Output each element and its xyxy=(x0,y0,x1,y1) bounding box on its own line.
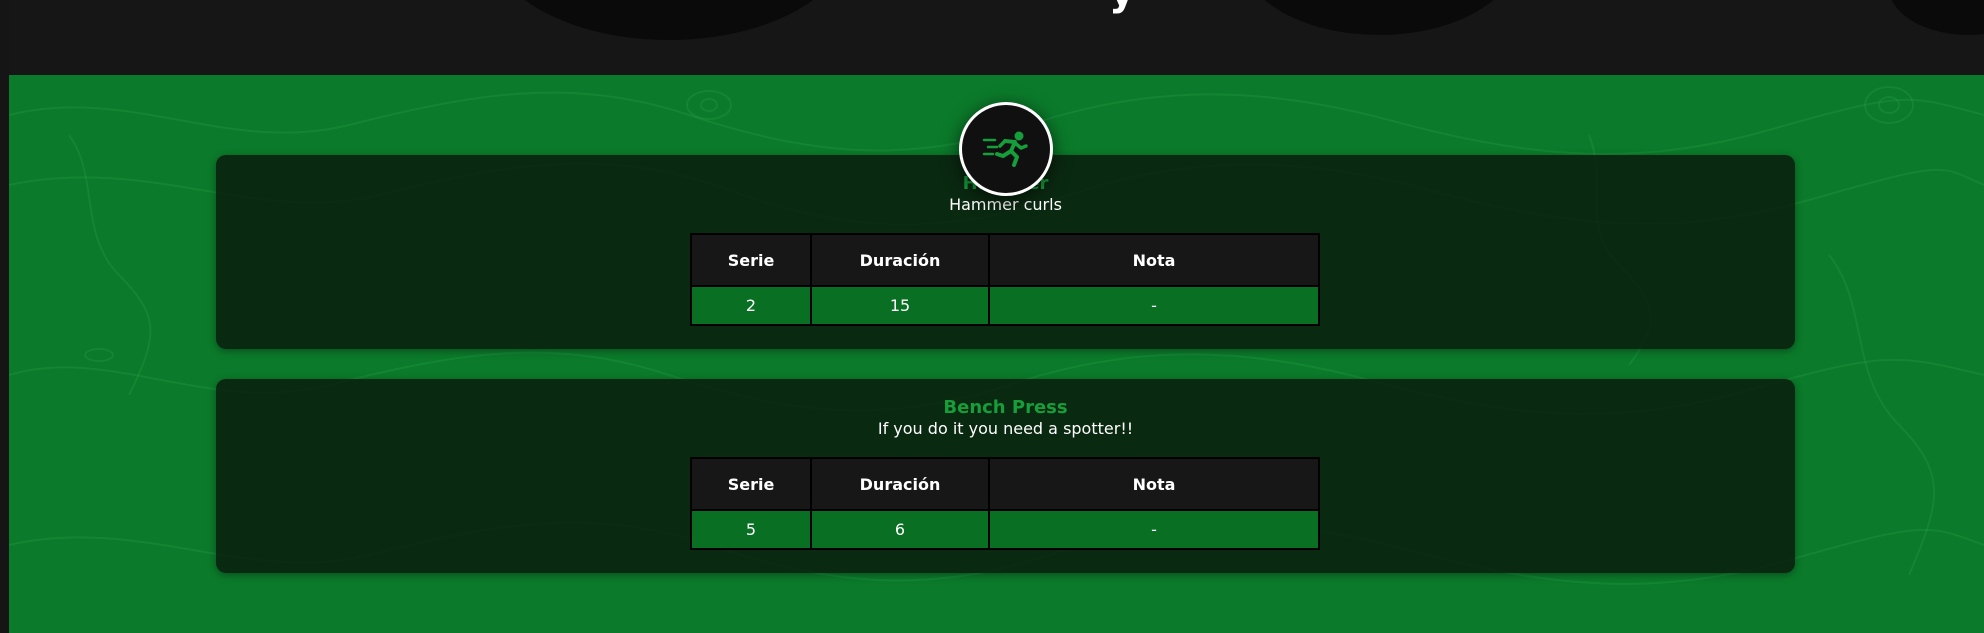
exercise-description: If you do it you need a spotter!! xyxy=(877,419,1134,438)
cell-duracion: 15 xyxy=(812,287,988,324)
table-header-row: Serie Duración Nota xyxy=(692,235,1318,285)
hero-decoration xyxy=(1889,0,1984,35)
table-row: 5 6 - xyxy=(692,511,1318,548)
cell-nota: - xyxy=(990,511,1318,548)
cell-duracion: 6 xyxy=(812,511,988,548)
exercise-table: Serie Duración Nota 2 15 - xyxy=(690,233,1320,326)
table-header-row: Serie Duración Nota xyxy=(692,459,1318,509)
exercise-description: Hammer curls xyxy=(949,195,1062,214)
hero-decoration xyxy=(1239,0,1519,35)
exercise-card: Bench Press If you do it you need a spot… xyxy=(216,379,1795,573)
column-header-serie: Serie xyxy=(692,235,810,285)
hero-decoration xyxy=(489,0,849,40)
column-header-serie: Serie xyxy=(692,459,810,509)
column-header-nota: Nota xyxy=(990,459,1318,509)
column-header-nota: Nota xyxy=(990,235,1318,285)
running-person-icon xyxy=(982,131,1028,167)
cell-serie: 2 xyxy=(692,287,810,324)
exercise-section: Hammer Hammer curls Serie Duración Nota … xyxy=(9,75,1984,633)
left-edge-strip xyxy=(0,0,9,633)
cell-serie: 5 xyxy=(692,511,810,548)
cell-nota: - xyxy=(990,287,1318,324)
exercise-table: Serie Duración Nota 5 6 - xyxy=(690,457,1320,550)
hero-banner: y xyxy=(9,0,1984,75)
table-row: 2 15 - xyxy=(692,287,1318,324)
exercise-badge xyxy=(959,102,1053,196)
hero-title: y xyxy=(1109,0,1135,12)
column-header-duracion: Duración xyxy=(812,235,988,285)
column-header-duracion: Duración xyxy=(812,459,988,509)
exercise-name: Bench Press xyxy=(943,397,1068,418)
